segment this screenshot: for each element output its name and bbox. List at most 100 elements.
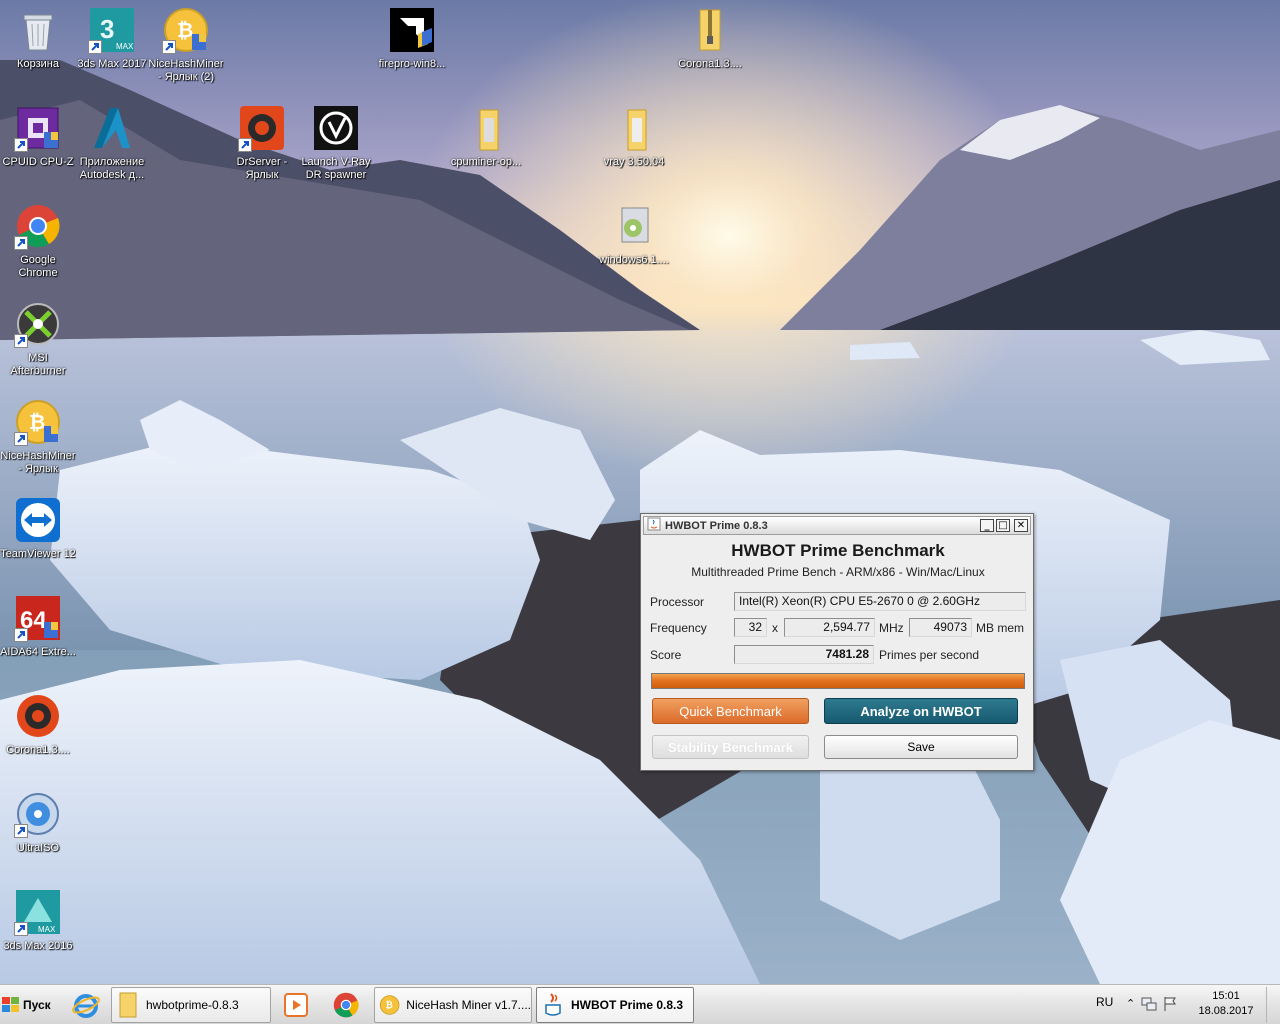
cpu-z-icon (14, 104, 62, 152)
analyze-on-hwbot-button[interactable]: Analyze on HWBOT (824, 698, 1018, 724)
msi-afterburner-icon (14, 300, 62, 348)
desktop-icon-3ds-max-2017[interactable]: 3 MAX 3ds Max 2017 (74, 6, 150, 71)
desktop-icon-ultraiso[interactable]: UltraISO (0, 790, 76, 855)
desktop-icon-msi-afterburner[interactable]: MSI Afterburner (0, 300, 76, 378)
3ds-max-icon: MAX (14, 888, 62, 936)
clock-time: 15:01 (1212, 990, 1240, 1002)
taskbar-item-label: NiceHash Miner v1.7.... (406, 998, 531, 1012)
mb-mem-label: MB mem (976, 621, 1024, 635)
stability-benchmark-button[interactable]: Stability Benchmark (652, 735, 809, 759)
shortcut-arrow-icon (238, 138, 252, 152)
window-titlebar[interactable]: HWBOT Prime 0.8.3 _ □ ✕ (643, 516, 1031, 535)
desktop-icon-cpuminer-folder[interactable]: cpuminer-op... (448, 104, 524, 169)
internet-explorer-icon (72, 994, 100, 1018)
start-label: Пуск (23, 998, 51, 1012)
desktop-icon-teamviewer[interactable]: TeamViewer 12 (0, 496, 76, 561)
desktop-icon-label: NiceHashMiner - Ярлык (2) (148, 58, 224, 83)
desktop-icon-label: Корзина (17, 58, 59, 70)
network-icon[interactable] (1140, 995, 1158, 1013)
media-player-icon (284, 993, 308, 1017)
shortcut-arrow-icon (14, 628, 28, 642)
recycle-bin-icon-item[interactable]: Корзина (0, 6, 76, 71)
desktop-icon-firepro[interactable]: firepro-win8... (374, 6, 450, 71)
desktop-icon-vray-spawner[interactable]: Launch V-Ray DR spawner (298, 104, 374, 182)
window-title: HWBOT Prime 0.8.3 (665, 519, 768, 532)
desktop-icon-label: Приложение Autodesk д... (79, 156, 145, 181)
autodesk-icon (88, 104, 136, 152)
desktop-icon-label: DrServer - Ярлык (236, 156, 288, 181)
java-app-icon (647, 517, 661, 534)
minimize-button[interactable]: _ (980, 519, 994, 532)
desktop-icon-cpu-z[interactable]: CPUID CPU-Z (0, 104, 76, 169)
taskbar-item-hwbot[interactable]: HWBOT Prime 0.8.3 (536, 987, 694, 1023)
shortcut-arrow-icon (14, 824, 28, 838)
desktop-icon-label: MSI Afterburner (10, 352, 66, 377)
desktop-icon-aida64[interactable]: 64 AIDA64 Extre... (0, 594, 76, 659)
desktop-icon-label: AIDA64 Extre... (0, 646, 76, 658)
taskbar-item-explorer-folder[interactable]: hwbotprime-0.8.3 (111, 987, 271, 1023)
desktop-icon-nicehashminer[interactable]: ₿ NiceHashMiner - Ярлык (0, 398, 76, 476)
svg-text:₿: ₿ (29, 412, 45, 434)
language-indicator[interactable]: RU (1096, 995, 1113, 1009)
nicehash-icon: ₿ (379, 995, 400, 1015)
taskbar-item-label: hwbotprime-0.8.3 (146, 998, 239, 1012)
shortcut-arrow-icon (88, 40, 102, 54)
windows-logo-icon (2, 997, 19, 1012)
core-count-field[interactable]: 32 (734, 618, 767, 637)
chrome-icon (333, 992, 359, 1018)
taskbar-media-player[interactable] (276, 987, 316, 1023)
benchmark-subtitle: Multithreaded Prime Bench - ARM/x86 - Wi… (691, 565, 985, 579)
desktop-icon-label: NiceHashMiner - Ярлык (0, 450, 76, 475)
desktop-icon-windows6[interactable]: windows6.1.... (596, 202, 672, 267)
desktop-icon-google-chrome[interactable]: Google Chrome (0, 202, 76, 280)
clock[interactable]: 15:01 18.08.2017 (1186, 989, 1266, 1019)
folder-icon (610, 104, 658, 152)
progress-fill (652, 674, 1024, 688)
desktop-icon-autodesk[interactable]: Приложение Autodesk д... (74, 104, 150, 182)
recycle-bin-icon (14, 6, 62, 54)
benchmark-progress-bar (651, 673, 1025, 689)
quick-benchmark-button[interactable]: Quick Benchmark (652, 698, 809, 724)
close-button[interactable]: ✕ (1014, 519, 1028, 532)
score-unit-label: Primes per second (879, 648, 980, 662)
desktop-icon-nicehashminer-2[interactable]: ₿ NiceHashMiner - Ярлык (2) (148, 6, 224, 84)
taskbar: Пуск hwbotprime-0.8.3 ₿ NiceHash Miner v… (0, 984, 1280, 1024)
times-label: x (772, 621, 778, 635)
desktop-icon-label: CPUID CPU-Z (2, 156, 74, 168)
corona-renderer-icon (238, 104, 286, 152)
save-button[interactable]: Save (824, 735, 1018, 759)
shortcut-arrow-icon (14, 432, 28, 446)
installer-package-icon (610, 202, 658, 250)
desktop-icon-drserver[interactable]: DrServer - Ярлык (224, 104, 300, 182)
frequency-field[interactable]: 2,594.77 (784, 618, 875, 637)
desktop-icon-vray-folder[interactable]: vray 3.50.04 (596, 104, 672, 169)
amd-installer-icon (388, 6, 436, 54)
svg-text:₿: ₿ (386, 1000, 393, 1010)
aida64-icon: 64 (14, 594, 62, 642)
desktop-icon-corona-folder[interactable]: Corona1.3.... (672, 6, 748, 71)
shortcut-arrow-icon (14, 922, 28, 936)
taskbar-item-label: HWBOT Prime 0.8.3 (571, 998, 684, 1012)
processor-field[interactable]: Intel(R) Xeon(R) CPU E5-2670 0 @ 2.60GHz (734, 592, 1026, 611)
desktop-icon-label: 3ds Max 2017 (77, 58, 147, 70)
score-field[interactable]: 7481.28 (734, 645, 874, 664)
taskbar-internet-explorer[interactable] (66, 987, 106, 1023)
vray-icon (312, 104, 360, 152)
desktop-icon-3ds-max-2016[interactable]: MAX 3ds Max 2016 (0, 888, 76, 953)
desktop: Корзина 3 MAX 3ds Max 2017 ₿ NiceHashMine… (0, 0, 1280, 984)
action-center-flag-icon[interactable] (1162, 995, 1178, 1013)
shortcut-arrow-icon (14, 236, 28, 250)
desktop-icon-label: TeamViewer 12 (0, 548, 76, 560)
maximize-button[interactable]: □ (996, 519, 1010, 532)
folder-icon (119, 992, 137, 1018)
mhz-label: MHz (879, 621, 904, 635)
shortcut-arrow-icon (14, 138, 28, 152)
taskbar-chrome[interactable] (326, 987, 366, 1023)
start-button[interactable]: Пуск (2, 993, 54, 1017)
show-hidden-icons-button[interactable]: ⌃ (1126, 997, 1135, 1010)
zip-folder-icon (686, 6, 734, 54)
taskbar-item-nicehash[interactable]: ₿ NiceHash Miner v1.7.... (374, 987, 532, 1023)
show-desktop-button[interactable] (1266, 987, 1280, 1023)
desktop-icon-corona-app[interactable]: Corona1.3.... (0, 692, 76, 757)
memory-field[interactable]: 49073 (909, 618, 972, 637)
